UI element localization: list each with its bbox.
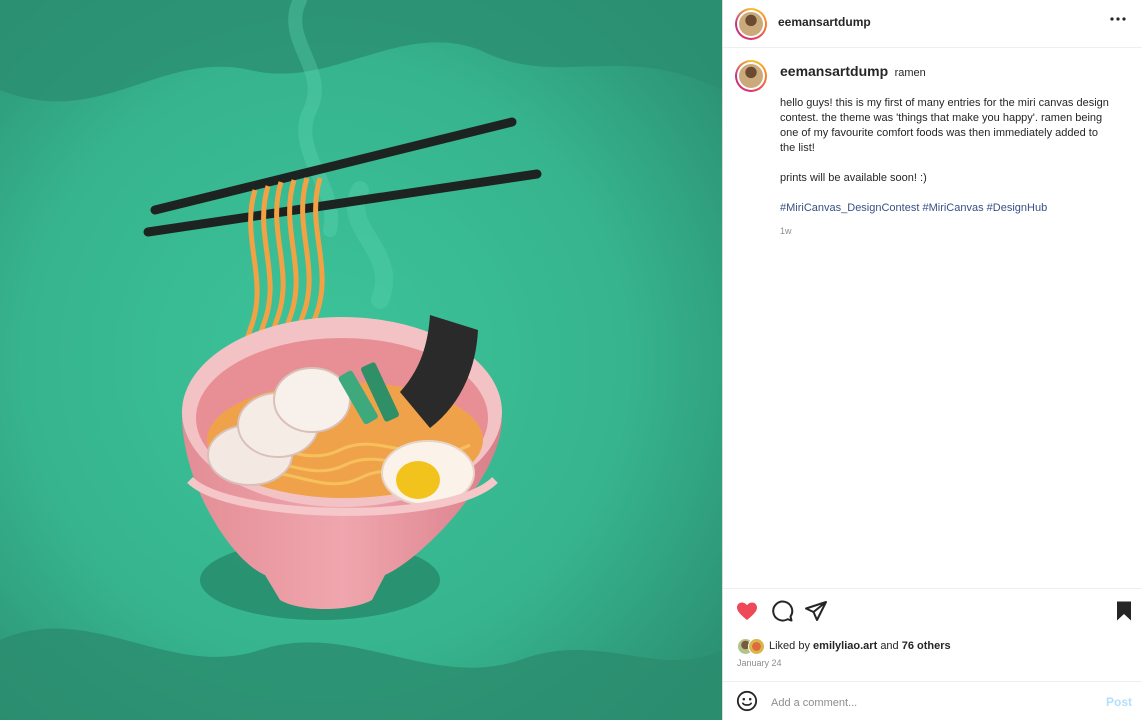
hashtag-link[interactable]: #DesignHub — [987, 202, 1048, 214]
hashtag-link[interactable]: #MiriCanvas — [922, 202, 983, 214]
more-options-icon[interactable] — [1104, 9, 1132, 37]
comment-bar: Post — [723, 681, 1142, 721]
liker-username[interactable]: emilyliao.art — [813, 640, 877, 652]
post-header: eemansartdump — [723, 0, 1142, 48]
caption-timestamp[interactable]: 1w — [780, 224, 1110, 239]
post-comment-button[interactable]: Post — [1106, 695, 1132, 709]
comment-icon[interactable] — [770, 599, 794, 623]
caption-hashtags: #MiriCanvas_DesignContest #MiriCanvas #D… — [780, 201, 1110, 216]
likes-text: Liked by emilyliao.art and 76 others — [769, 640, 951, 652]
caption-avatar[interactable] — [735, 60, 767, 92]
post-actions: Liked by emilyliao.art and 76 others Jan… — [723, 588, 1142, 720]
comment-input[interactable] — [769, 692, 1093, 714]
caption-paragraph: hello guys! this is my first of many ent… — [780, 97, 1109, 154]
share-icon[interactable] — [804, 599, 828, 623]
likes-summary: Liked by emilyliao.art and 76 others — [737, 637, 951, 655]
caption-body: hello guys! this is my first of many ent… — [780, 96, 1110, 239]
heart-filled-icon[interactable] — [735, 599, 759, 623]
caption-paragraph: prints will be available soon! :) — [780, 172, 927, 184]
caption-author-line: eemansartdump ramen — [780, 63, 926, 81]
emoji-icon[interactable] — [736, 690, 760, 714]
likes-middle: and — [880, 640, 899, 652]
ramen-illustration — [0, 0, 722, 720]
likes-prefix: Liked by — [769, 640, 810, 652]
likes-others-link[interactable]: 76 others — [902, 640, 951, 652]
liker-avatar[interactable] — [748, 637, 765, 655]
bookmark-filled-icon[interactable] — [1112, 599, 1136, 623]
caption-author[interactable]: eemansartdump — [780, 63, 888, 79]
caption-title: ramen — [894, 67, 926, 79]
author-avatar[interactable] — [735, 8, 767, 40]
post-details-panel: eemansartdump eemansartdump ramen hello … — [722, 0, 1142, 720]
header-username[interactable]: eemansartdump — [778, 15, 871, 29]
hashtag-link[interactable]: #MiriCanvas_DesignContest — [780, 202, 919, 214]
post-date[interactable]: January 24 — [737, 658, 782, 668]
post-image — [0, 0, 722, 720]
